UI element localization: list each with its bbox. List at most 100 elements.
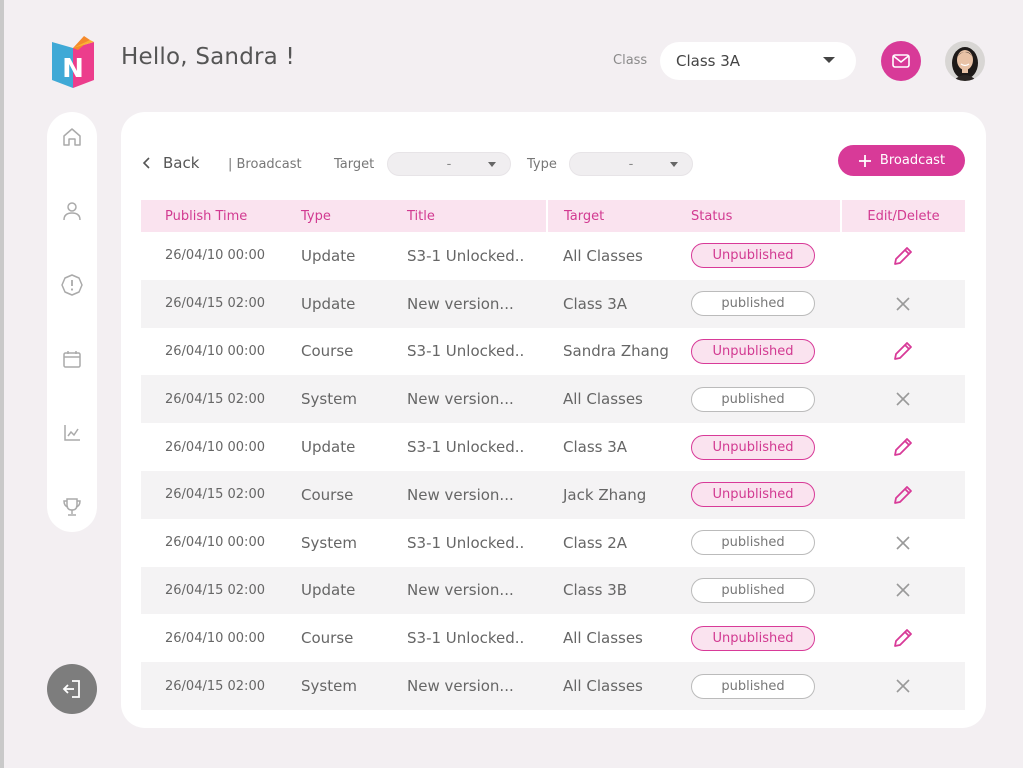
table-row[interactable]: 26/04/10 00:00 Update S3-1 Unlocked.. Class…	[141, 423, 965, 471]
status-badge: Unpublished	[691, 625, 815, 651]
target-filter-label: Target	[334, 157, 375, 172]
delete-button[interactable]	[841, 567, 965, 615]
table-row[interactable]: 26/04/10 00:00 Course S3-1 Unlocked.. All C…	[141, 614, 965, 662]
edit-button[interactable]	[841, 328, 965, 376]
title-cell: New version...	[407, 677, 514, 696]
table-row[interactable]: 26/04/15 02:00 Update New version... Class …	[141, 279, 965, 328]
target-filter-select[interactable]: -	[387, 152, 511, 176]
status-cell: Unpublished	[691, 471, 841, 519]
target-cell: Jack Zhang	[563, 485, 647, 504]
delete-button[interactable]	[841, 662, 965, 710]
column-header-publish-time[interactable]: Publish Time	[141, 200, 291, 232]
edit-button[interactable]	[841, 471, 965, 519]
edit-button[interactable]	[841, 232, 965, 280]
publish-time-cell: 26/04/15 02:00	[165, 487, 265, 503]
messages-button[interactable]	[881, 41, 921, 81]
table-row[interactable]: 26/04/15 02:00 System New version... All Cl…	[141, 662, 965, 710]
table-row[interactable]: 26/04/10 00:00 Course S3-1 Unlocked.. Sandr…	[141, 328, 965, 376]
title-cell: S3-1 Unlocked..	[407, 438, 525, 457]
publish-time-cell: 26/04/10 00:00	[165, 343, 265, 359]
close-icon	[896, 583, 910, 598]
sidebar-item-analytics[interactable]	[60, 421, 84, 445]
chevron-left-icon	[142, 157, 150, 169]
chevron-down-icon	[823, 57, 835, 63]
table-row[interactable]: 26/04/15 02:00 Course New version... Jack Z…	[141, 470, 965, 519]
table-row[interactable]: 26/04/10 00:00 Update S3-1 Unlocked.. All C…	[141, 232, 965, 280]
type-cell: Update	[301, 294, 356, 313]
plus-icon	[858, 154, 871, 167]
target-cell: All Classes	[563, 677, 643, 696]
mail-icon	[892, 54, 910, 68]
title-cell: S3-1 Unlocked..	[407, 342, 525, 361]
close-icon	[896, 679, 910, 693]
trophy-icon	[63, 498, 81, 516]
type-cell: System	[301, 390, 357, 409]
logout-button[interactable]	[47, 664, 97, 714]
column-header-edit-delete: Edit/Delete	[840, 200, 965, 232]
status-cell: Unpublished	[691, 232, 841, 280]
target-cell: Class 3B	[563, 581, 628, 600]
pencil-icon	[894, 485, 912, 504]
status-cell: published	[691, 280, 841, 328]
sidebar-item-home[interactable]	[60, 125, 84, 149]
title-cell: New version...	[407, 390, 514, 409]
sidebar-item-calendar[interactable]	[60, 347, 84, 371]
sidebar-item-profile[interactable]	[60, 199, 84, 223]
target-cell: Class 3A	[563, 294, 628, 313]
user-avatar-image	[945, 41, 985, 81]
class-label: Class	[613, 53, 648, 68]
status-badge: published	[691, 673, 815, 699]
status-badge: published	[691, 530, 815, 556]
edit-button[interactable]	[841, 423, 965, 471]
column-header-title[interactable]: Title	[401, 200, 547, 232]
avatar[interactable]	[945, 41, 985, 81]
column-header-type[interactable]: Type	[291, 200, 401, 232]
sidebar-item-achievements[interactable]	[60, 495, 84, 519]
user-icon	[63, 202, 81, 221]
type-cell: Update	[301, 581, 356, 600]
edit-button[interactable]	[841, 614, 965, 662]
column-header-target[interactable]: Target	[546, 200, 691, 232]
publish-time-cell: 26/04/10 00:00	[165, 535, 265, 551]
type-filter-value: -	[628, 156, 634, 172]
title-cell: S3-1 Unlocked..	[407, 246, 525, 265]
publish-time-cell: 26/04/15 02:00	[165, 391, 265, 407]
type-cell: Update	[301, 438, 356, 457]
table-row[interactable]: 26/04/10 00:00 System S3-1 Unlocked.. Class…	[141, 519, 965, 567]
sidebar	[47, 112, 97, 532]
status-cell: published	[691, 519, 841, 567]
back-button[interactable]: Back	[141, 154, 199, 172]
back-label: Back	[163, 154, 200, 172]
type-filter-select[interactable]: -	[569, 152, 693, 176]
status-badge: Unpublished	[691, 434, 815, 460]
pencil-icon	[894, 629, 912, 648]
delete-button[interactable]	[841, 280, 965, 328]
delete-button[interactable]	[841, 375, 965, 423]
breadcrumb: | Broadcast	[228, 157, 302, 172]
chevron-down-icon	[670, 162, 678, 167]
type-cell: System	[301, 533, 357, 552]
class-select-value: Class 3A	[676, 52, 741, 70]
status-badge: published	[691, 386, 815, 412]
sidebar-item-alerts[interactable]	[60, 273, 84, 297]
table-header-row: Publish Time Type Title Target Status Ed…	[141, 200, 965, 232]
close-icon	[896, 392, 910, 406]
type-cell: System	[301, 677, 357, 696]
chevron-down-icon	[488, 162, 496, 167]
table-row[interactable]: 26/04/15 02:00 Update New version... Class …	[141, 566, 965, 615]
publish-time-cell: 26/04/15 02:00	[165, 678, 265, 694]
pencil-icon	[894, 438, 912, 456]
delete-button[interactable]	[841, 519, 965, 567]
status-badge: Unpublished	[691, 482, 815, 508]
status-badge: Unpublished	[691, 243, 815, 269]
table-row[interactable]: 26/04/15 02:00 System New version... All Cl…	[141, 375, 965, 424]
class-select[interactable]: Class 3A	[660, 42, 856, 80]
add-broadcast-button[interactable]: Broadcast	[838, 145, 965, 176]
calendar-icon	[63, 351, 81, 368]
title-cell: S3-1 Unlocked..	[407, 629, 525, 648]
target-cell: All Classes	[563, 246, 643, 265]
publish-time-cell: 26/04/15 02:00	[165, 582, 265, 598]
publish-time-cell: 26/04/10 00:00	[165, 439, 265, 455]
close-icon	[896, 297, 910, 311]
column-header-status[interactable]: Status	[691, 200, 841, 232]
